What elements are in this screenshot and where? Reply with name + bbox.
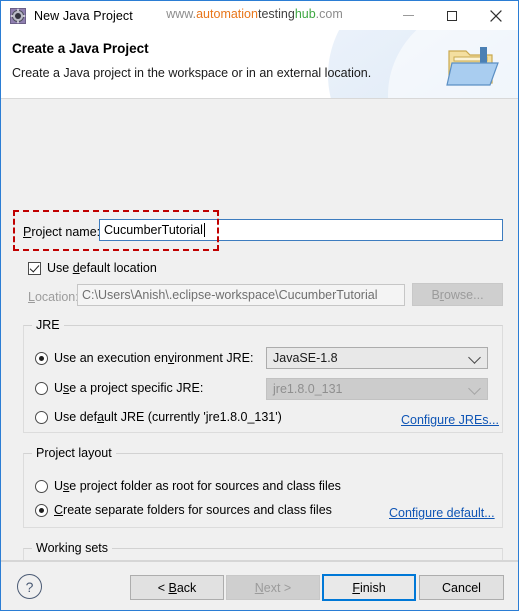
cancel-button[interactable]: Cancel <box>419 575 504 600</box>
watermark-automation: automation <box>196 7 258 21</box>
location-label-text: ocation: <box>34 290 79 304</box>
chevron-down-icon <box>468 351 481 364</box>
project-specific-jre-value: jre1.8.0_131 <box>273 382 343 396</box>
browse-label: Browse... <box>431 287 484 302</box>
radio-indicator <box>35 503 48 517</box>
radio-indicator <box>35 351 48 365</box>
radio-project-specific-jre[interactable]: Use a project specific JRE: <box>35 381 203 395</box>
finish-button[interactable]: Finish <box>322 574 416 601</box>
eclipse-wizard-icon <box>10 7 26 24</box>
window-title: New Java Project <box>34 8 133 23</box>
project-name-label: Project name: <box>23 223 100 241</box>
location-value: C:\Users\Anish\.eclipse-workspace\Cucumb… <box>82 288 378 302</box>
project-name-value: CucumberTutorial <box>104 223 203 237</box>
next-label: Next > <box>254 580 292 595</box>
maximize-icon <box>447 10 457 21</box>
radio-project-folder-root-label: Use project folder as root for sources a… <box>54 479 341 493</box>
project-name-input[interactable]: CucumberTutorial <box>99 219 503 241</box>
new-java-project-dialog: New Java Project www.automationtestinghu… <box>0 0 519 611</box>
use-default-location-checkbox[interactable]: Use default location <box>28 261 157 275</box>
project-name-label-text: roject name: <box>31 225 101 239</box>
location-label: Location: <box>28 288 79 306</box>
window-controls <box>386 1 518 30</box>
radio-default-jre[interactable]: Use default JRE (currently 'jre1.8.0_131… <box>35 410 282 424</box>
jre-group-title: JRE <box>32 318 64 332</box>
maximize-button[interactable] <box>430 1 474 30</box>
location-mnemonic: L <box>28 290 35 304</box>
java-project-folder-icon <box>446 39 504 89</box>
watermark-com: .com <box>315 7 343 21</box>
watermark-hub: hub <box>294 7 316 21</box>
dialog-body: Project name: CucumberTutorial Use defau… <box>1 99 518 610</box>
project-layout-group-title: Project layout <box>32 446 116 460</box>
project-specific-jre-dropdown[interactable]: jre1.8.0_131 <box>266 378 488 400</box>
execution-environment-dropdown[interactable]: JavaSE-1.8 <box>266 347 488 369</box>
radio-indicator <box>35 381 48 395</box>
page-title: Create a Java Project <box>12 41 149 56</box>
footer-divider <box>1 561 518 562</box>
close-icon <box>490 9 502 22</box>
close-button[interactable] <box>474 1 518 30</box>
radio-project-folder-root[interactable]: Use project folder as root for sources a… <box>35 479 341 493</box>
finish-label: Finish <box>352 580 386 595</box>
radio-separate-folders[interactable]: Create separate folders for sources and … <box>35 503 332 517</box>
minimize-icon <box>402 15 414 16</box>
configure-default-link[interactable]: Configure default... <box>389 504 495 522</box>
use-default-location-label: Use default location <box>47 261 157 275</box>
radio-execution-environment-jre[interactable]: Use an execution environment JRE: <box>35 351 253 365</box>
radio-execution-environment-label: Use an execution environment JRE: <box>54 351 254 365</box>
watermark-testing: testing <box>257 7 295 21</box>
radio-separate-folders-label: Create separate folders for sources and … <box>54 503 332 517</box>
help-icon[interactable]: ? <box>17 574 42 599</box>
radio-indicator <box>35 410 48 424</box>
radio-indicator <box>35 479 48 493</box>
back-button[interactable]: < Back <box>130 575 224 600</box>
next-button[interactable]: Next > <box>226 575 320 600</box>
dialog-footer: ? < Back Next > Finish Cancel <box>1 560 518 610</box>
chevron-down-icon <box>468 382 481 395</box>
working-sets-group-title: Working sets <box>32 541 113 555</box>
wizard-header: Create a Java Project Create a Java proj… <box>1 30 518 99</box>
title-bar: New Java Project www.automationtestinghu… <box>1 1 518 30</box>
location-input[interactable]: C:\Users\Anish\.eclipse-workspace\Cucumb… <box>77 284 405 306</box>
minimize-button[interactable] <box>386 1 430 30</box>
configure-jres-link[interactable]: Configure JREs... <box>401 411 499 429</box>
back-label: < Back <box>157 580 197 595</box>
cancel-label: Cancel <box>442 580 481 595</box>
help-glyph: ? <box>25 578 34 595</box>
page-subtitle: Create a Java project in the workspace o… <box>12 66 372 80</box>
radio-project-specific-label: Use a project specific JRE: <box>54 381 204 395</box>
text-caret <box>203 223 205 237</box>
checkbox-indicator <box>28 261 41 275</box>
watermark-www: www. <box>166 7 197 21</box>
radio-default-jre-label: Use default JRE (currently 'jre1.8.0_131… <box>54 410 282 424</box>
browse-button[interactable]: Browse... <box>412 283 503 306</box>
execution-environment-value: JavaSE-1.8 <box>273 351 338 365</box>
